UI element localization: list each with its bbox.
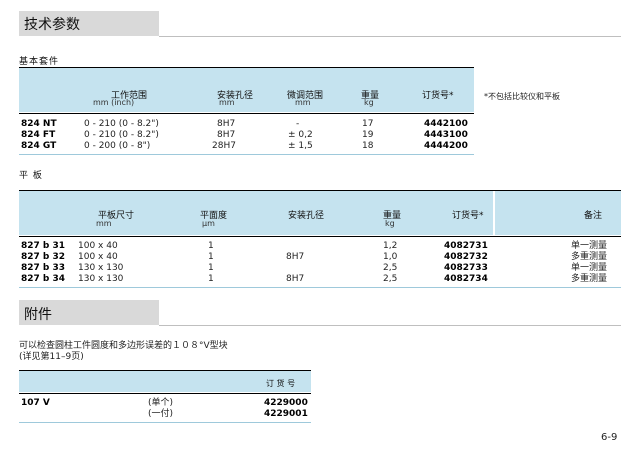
accessory-item-1-order: 4229000 bbox=[264, 398, 308, 408]
plate-row-1-weight: 1,2 bbox=[383, 241, 398, 251]
plate-row-2-flat: 1 bbox=[208, 252, 214, 262]
basic-hd-fine-units: mm bbox=[295, 98, 311, 107]
plate-row-2-weight: 1,0 bbox=[383, 252, 398, 262]
basic-row-3-hole: 28H7 bbox=[212, 141, 236, 151]
basic-row-1-weight: 17 bbox=[362, 119, 374, 129]
basic-row-3-weight: 18 bbox=[362, 141, 374, 151]
accessory-hd-order: 订 货 号 bbox=[266, 379, 296, 388]
subtitle-basic-kit: 基本套件 bbox=[19, 57, 60, 67]
accessory-item-1-label: (单个) bbox=[148, 398, 174, 408]
plate-header-divider bbox=[493, 191, 495, 235]
plate-row-1-remark: 单一测量 bbox=[571, 241, 608, 251]
plate-hd-flat-units: µm bbox=[202, 219, 215, 228]
plate-bottom-rule bbox=[19, 287, 621, 288]
plate-row-2-hole: 8H7 bbox=[286, 252, 305, 262]
plate-row-4-size: 130 x 130 bbox=[78, 274, 124, 284]
plate-row-3-size: 130 x 130 bbox=[78, 263, 124, 273]
basic-row-1-range: 0 - 210 (0 - 8.2") bbox=[84, 119, 159, 129]
basic-row-2-fine: ± 0,2 bbox=[288, 130, 313, 140]
plate-row-4-model: 827 b 34 bbox=[21, 274, 66, 284]
basic-row-2-range: 0 - 210 (0 - 8.2") bbox=[84, 130, 159, 140]
accessory-header-rule bbox=[19, 393, 311, 394]
accessory-desc-line2: (详见第11–9页) bbox=[19, 352, 84, 362]
basic-row-1-order: 4442100 bbox=[424, 119, 468, 129]
plate-row-3-remark: 单一测量 bbox=[571, 263, 608, 273]
accessory-item-2-label: (一付) bbox=[148, 409, 174, 419]
section-title-accessory: 附件 bbox=[24, 307, 52, 323]
basic-row-2-weight: 19 bbox=[362, 130, 374, 140]
basic-row-1-fine: - bbox=[296, 119, 300, 129]
plate-row-2-size: 100 x 40 bbox=[78, 252, 118, 262]
plate-row-4-order: 4082734 bbox=[444, 274, 488, 284]
basic-header-rule bbox=[19, 113, 474, 114]
plate-row-1-order: 4082731 bbox=[444, 241, 488, 251]
section-title-tech: 技术参数 bbox=[24, 17, 80, 33]
basic-hd-weight-units: kg bbox=[364, 98, 374, 107]
basic-hd-hole-units: mm bbox=[219, 98, 235, 107]
plate-row-2-remark: 多重测量 bbox=[571, 252, 608, 262]
basic-row-1-hole: 8H7 bbox=[217, 119, 236, 129]
plate-row-1-model: 827 b 31 bbox=[21, 241, 66, 251]
accessory-model: 107 V bbox=[21, 398, 50, 408]
basic-hd-range-units: mm (inch) bbox=[93, 98, 135, 107]
basic-row-3-fine: ± 1,5 bbox=[288, 141, 313, 151]
basic-row-1-model: 824 NT bbox=[21, 119, 57, 129]
basic-row-2-hole: 8H7 bbox=[217, 130, 236, 140]
basic-row-2-model: 824 FT bbox=[21, 130, 56, 140]
plate-hd-hole: 安装孔径 bbox=[288, 211, 325, 221]
subtitle-plate: 平 板 bbox=[19, 171, 43, 181]
accessory-bottom-rule bbox=[19, 422, 311, 423]
basic-row-2-order: 4443100 bbox=[424, 130, 468, 140]
plate-row-1-flat: 1 bbox=[208, 241, 214, 251]
plate-row-4-weight: 2,5 bbox=[383, 274, 398, 284]
plate-header-rule bbox=[19, 236, 621, 237]
plate-hd-remark: 备注 bbox=[584, 211, 603, 221]
basic-row-3-model: 824 GT bbox=[21, 141, 57, 151]
plate-row-4-remark: 多重测量 bbox=[571, 274, 608, 284]
plate-row-3-model: 827 b 33 bbox=[21, 263, 66, 273]
plate-row-4-hole: 8H7 bbox=[286, 274, 305, 284]
page-number: 6-9 bbox=[601, 432, 618, 443]
plate-row-4-flat: 1 bbox=[208, 274, 214, 284]
basic-note: *不包括比较仪和平板 bbox=[484, 92, 560, 101]
plate-row-1-size: 100 x 40 bbox=[78, 241, 118, 251]
basic-bottom-rule bbox=[19, 154, 474, 155]
plate-row-2-model: 827 b 32 bbox=[21, 252, 66, 262]
section-rule-tech bbox=[159, 36, 621, 37]
accessory-item-2-order: 4229001 bbox=[264, 409, 308, 419]
plate-hd-order: 订货号* bbox=[452, 211, 484, 221]
basic-hd-order: 订货号* bbox=[422, 91, 454, 101]
accessory-desc-line1: 可以检查圆柱工件圆度和多边形误差的１０８°V型块 bbox=[19, 341, 228, 351]
basic-row-3-order: 4444200 bbox=[424, 141, 468, 151]
basic-row-3-range: 0 - 200 (0 - 8") bbox=[84, 141, 151, 151]
plate-row-3-order: 4082733 bbox=[444, 263, 488, 273]
plate-hd-weight-units: kg bbox=[385, 219, 395, 228]
section-rule-accessory bbox=[159, 325, 621, 326]
plate-row-2-order: 4082732 bbox=[444, 252, 488, 262]
plate-hd-size-units: mm bbox=[96, 219, 112, 228]
plate-row-3-flat: 1 bbox=[208, 263, 214, 273]
plate-row-3-weight: 2,5 bbox=[383, 263, 398, 273]
